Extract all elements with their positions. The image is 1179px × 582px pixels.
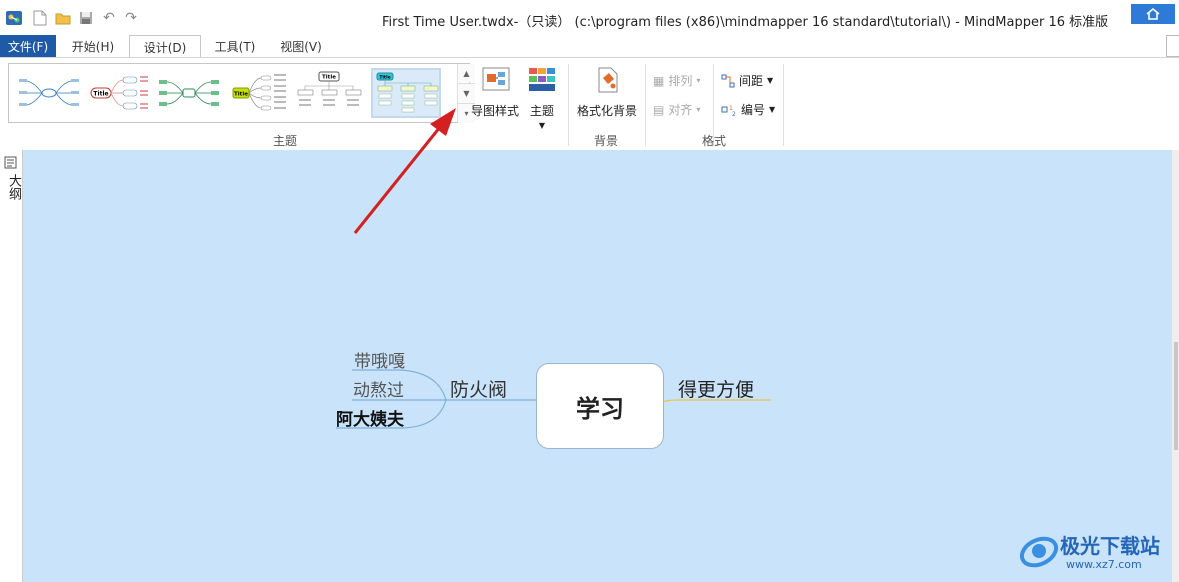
watermark-logo-icon: [1019, 536, 1059, 568]
watermark: 极光下载站 www.xz7.com: [1018, 528, 1173, 580]
watermark-text: 极光下载站: [1060, 534, 1160, 558]
watermark-url: www.xz7.com: [1066, 558, 1142, 571]
annotation-arrow: [353, 108, 456, 234]
